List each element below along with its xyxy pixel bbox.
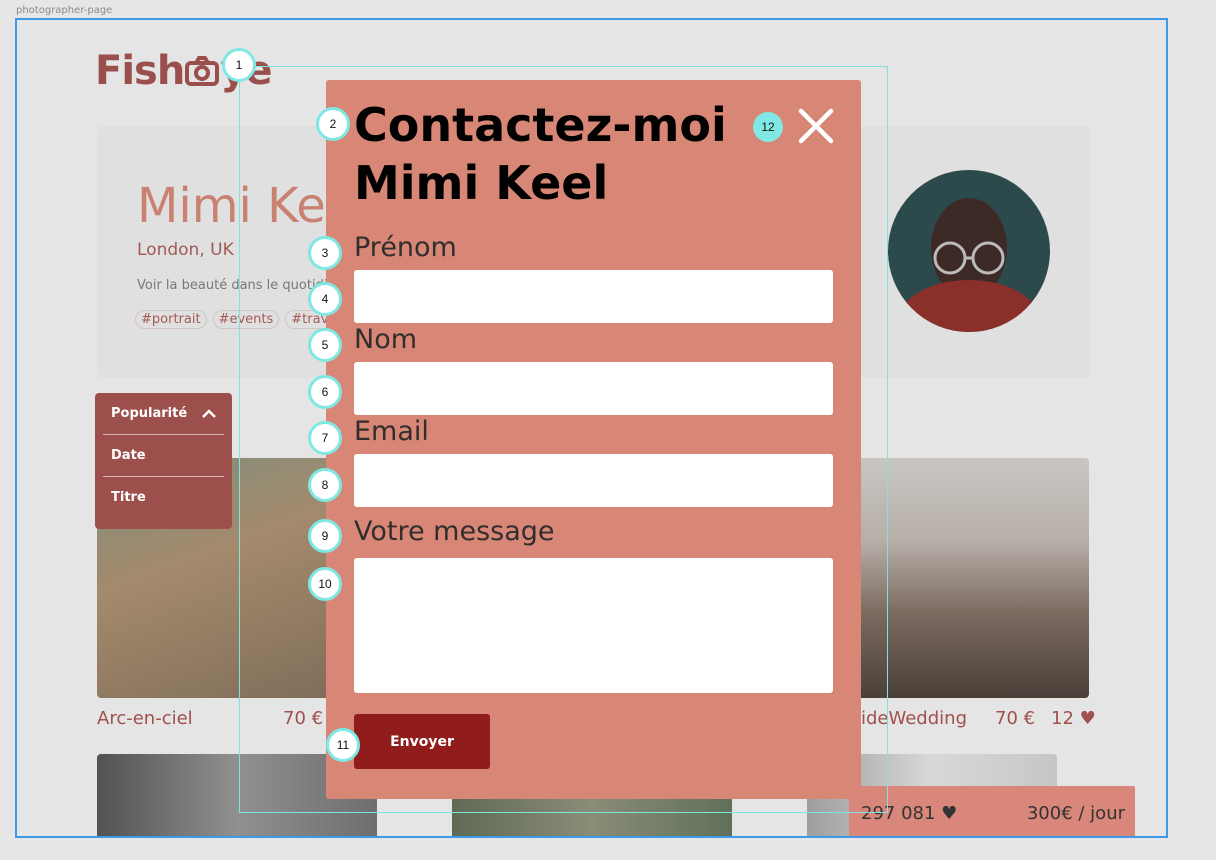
firstname-label: Prénom <box>354 232 457 263</box>
lastname-input[interactable] <box>354 362 833 415</box>
submit-button[interactable]: Envoyer <box>354 714 490 769</box>
tag-portrait[interactable]: #portrait <box>135 310 207 329</box>
close-button[interactable] <box>796 106 836 146</box>
firstname-input[interactable] <box>354 270 833 323</box>
annotation-marker: 4 <box>308 282 342 316</box>
message-label: Votre message <box>354 516 555 547</box>
logo-text-start: Fish <box>95 48 185 94</box>
price-box: 297 081 ♥ 300€ / jour <box>849 786 1135 836</box>
sort-option-title[interactable]: Titre <box>95 477 232 518</box>
lastname-label: Nom <box>354 324 418 355</box>
heart-icon: ♥ <box>941 802 958 824</box>
photo-price: 70 € <box>995 708 1036 729</box>
avatar <box>888 170 1050 332</box>
annotation-marker: 11 <box>326 728 360 762</box>
portrait-image <box>899 198 1039 332</box>
annotation-marker: 6 <box>308 375 342 409</box>
photo-likes[interactable]: 12 ♥ <box>1051 708 1096 729</box>
sort-dropdown[interactable]: Popularité Date Titre <box>95 393 232 529</box>
annotation-marker: 1 <box>222 48 256 82</box>
message-textarea[interactable] <box>354 558 833 693</box>
photographer-location: London, UK <box>137 240 234 260</box>
annotation-marker: 5 <box>308 328 342 362</box>
daily-rate: 300€ / jour <box>1026 802 1125 824</box>
annotation-marker: 12 <box>753 112 783 142</box>
annotation-marker: 2 <box>316 107 350 141</box>
camera-icon <box>185 56 220 86</box>
annotation-marker: 10 <box>308 567 342 601</box>
close-icon <box>798 108 834 144</box>
annotation-marker: 8 <box>308 468 342 502</box>
modal-title: Contactez-moi Mimi Keel <box>354 98 727 210</box>
contact-modal: Contactez-moi Mimi Keel Prénom Nom Email … <box>326 80 861 799</box>
annotation-marker: 7 <box>308 421 342 455</box>
annotation-marker: 9 <box>308 519 342 553</box>
email-label: Email <box>354 416 429 447</box>
email-input[interactable] <box>354 454 833 507</box>
frame-label: photographer-page <box>16 5 113 16</box>
sort-option-popularity[interactable]: Popularité <box>95 393 232 434</box>
sort-option-date[interactable]: Date <box>95 435 232 476</box>
annotation-marker: 3 <box>308 236 342 270</box>
heart-icon: ♥ <box>1079 708 1096 729</box>
chevron-up-icon <box>202 408 216 418</box>
photo-title: Arc-en-ciel <box>97 708 193 729</box>
